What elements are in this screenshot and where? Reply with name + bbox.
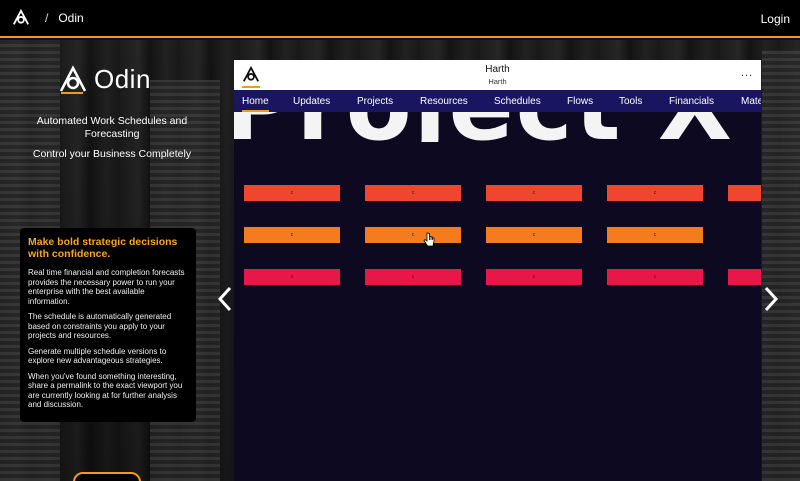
tab-schedules[interactable]: Schedules — [494, 96, 541, 107]
odin-logo-icon[interactable] — [12, 9, 30, 27]
call-to-action-button[interactable] — [73, 472, 141, 481]
app-header: Harth Harth ... — [234, 60, 761, 90]
schedule-bar[interactable]: c — [244, 269, 340, 285]
chevron-right-icon[interactable] — [763, 285, 779, 313]
building-shape — [762, 50, 800, 481]
brand-name: Odin — [94, 64, 151, 94]
chevron-left-icon[interactable] — [217, 285, 233, 313]
more-options-icon[interactable]: ... — [741, 67, 753, 79]
odin-logo-icon — [59, 64, 87, 94]
logo-underline — [242, 86, 260, 88]
feature-card-paragraph: Real time financial and completion forec… — [28, 268, 185, 306]
breadcrumb-odin[interactable]: Odin — [58, 11, 83, 25]
schedule-bar[interactable]: c — [244, 185, 340, 201]
hand-cursor-icon — [423, 232, 435, 247]
schedule-bar[interactable]: c — [728, 269, 761, 285]
schedule-bar[interactable]: c — [728, 185, 761, 201]
tab-resources[interactable]: Resources — [420, 96, 468, 107]
tab-materials[interactable]: Mate — [741, 96, 761, 107]
tagline-secondary: Control your Business Completely — [32, 148, 192, 160]
brand: Odin — [58, 64, 151, 95]
schedule-bar[interactable]: c — [486, 269, 582, 285]
schedule-bar[interactable]: c — [607, 227, 703, 243]
tab-updates[interactable]: Updates — [293, 96, 330, 107]
feature-card-heading: Make bold strategic decisions with confi… — [28, 236, 178, 260]
top-navbar: / Odin Login — [0, 0, 800, 38]
schedule-bar[interactable]: c — [365, 227, 461, 243]
tab-financials[interactable]: Financials — [669, 96, 714, 107]
schedule-bar[interactable]: c — [365, 185, 461, 201]
schedule-bar[interactable]: c — [607, 269, 703, 285]
tab-home[interactable]: Home — [242, 96, 269, 112]
login-link[interactable]: Login — [761, 12, 790, 26]
tagline: Automated Work Schedules and Forecasting — [36, 115, 188, 140]
project-title: Project X — [234, 112, 734, 142]
project-title-area: Project X — [234, 112, 761, 142]
feature-card: Make bold strategic decisions with confi… — [20, 228, 196, 422]
tab-flows[interactable]: Flows — [567, 96, 593, 107]
app-tab-bar: Home Updates Projects Resources Schedule… — [234, 90, 761, 112]
schedule-bar[interactable]: c — [486, 185, 582, 201]
schedule-bar[interactable]: c — [607, 185, 703, 201]
schedule-bar[interactable]: c — [365, 269, 461, 285]
feature-card-paragraph: When you've found something interesting,… — [28, 371, 183, 410]
feature-card-paragraph: The schedule is automatically generated … — [28, 312, 172, 340]
feature-card-paragraph: Generate multiple schedule versions to e… — [28, 346, 167, 366]
app-title: Harth — [485, 64, 510, 75]
tab-projects[interactable]: Projects — [357, 96, 393, 107]
app-subtitle: Harth — [488, 77, 507, 86]
schedule-bar[interactable]: c — [486, 227, 582, 243]
breadcrumb-separator: / — [45, 11, 49, 25]
app-preview-frame: Harth Harth ... Home Updates Projects Re… — [234, 60, 761, 481]
schedule-bar[interactable]: c — [244, 227, 340, 243]
tab-tools[interactable]: Tools — [619, 96, 642, 107]
